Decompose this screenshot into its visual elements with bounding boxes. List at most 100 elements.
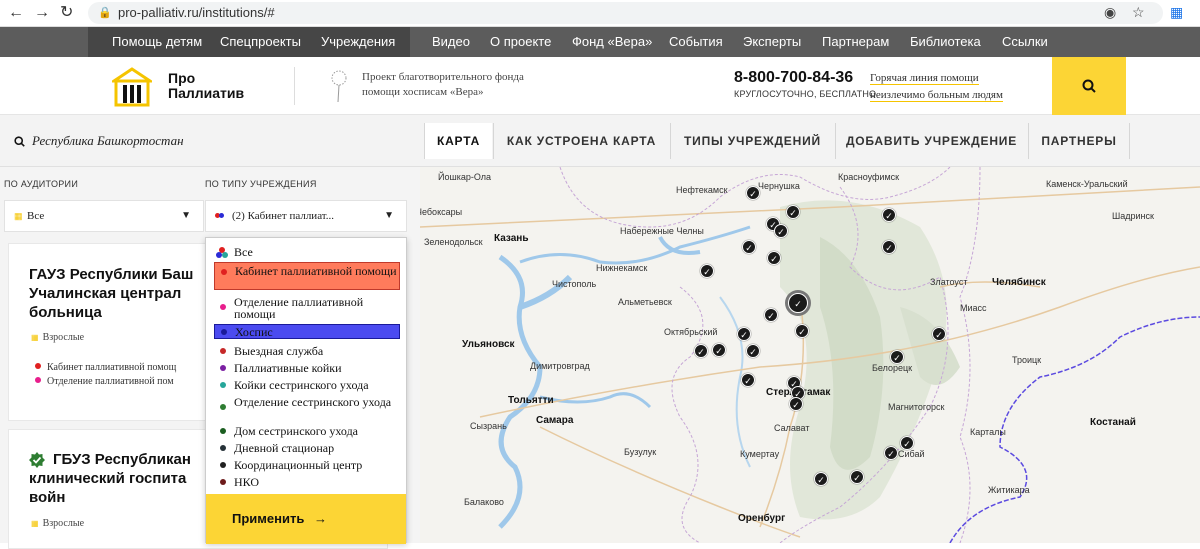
dropdown-option-label: Координационный центр: [234, 458, 363, 472]
map-marker[interactable]: ✓: [789, 397, 803, 411]
map-marker[interactable]: ✓: [694, 344, 708, 358]
menu-item-events[interactable]: События: [669, 27, 723, 57]
map-marker[interactable]: ✓: [882, 208, 896, 222]
audience-filter-label: ПО АУДИТОРИИ: [4, 179, 79, 189]
menu-item-help-children[interactable]: Помощь детям: [112, 27, 202, 57]
map-marker[interactable]: ✓: [767, 251, 781, 265]
dropdown-option-palliative-office[interactable]: Кабинет паллиативной помощи: [214, 262, 400, 290]
city-label: Кумертау: [740, 449, 780, 459]
tab-add-institution[interactable]: ДОБАВИТЬ УЧРЕЖДЕНИЕ: [835, 123, 1027, 159]
map-canvas[interactable]: Йошкар-Ола Чебоксары Зеленодольск Казань…: [420, 167, 1200, 543]
map-marker[interactable]: ✓: [814, 472, 828, 486]
dropdown-option-nursing-beds[interactable]: Койки сестринского ухода: [214, 379, 400, 391]
city-label: Димитровград: [530, 361, 590, 371]
blocked-popup-icon[interactable]: ◉: [1104, 4, 1116, 21]
menu-item-video[interactable]: Видео: [432, 27, 470, 57]
menu-item-library[interactable]: Библиотека: [910, 27, 981, 57]
city-label: Салават: [774, 423, 810, 433]
city-label: Нефтекамск: [676, 185, 728, 195]
dropdown-option-label: НКО: [234, 475, 260, 489]
city-label: Ульяновск: [462, 339, 515, 350]
map-marker[interactable]: ✓: [774, 224, 788, 238]
map-marker[interactable]: ✓: [795, 324, 809, 338]
tab-partners[interactable]: ПАРТНЕРЫ: [1028, 123, 1130, 159]
map-marker[interactable]: ✓: [742, 240, 756, 254]
dropdown-option-label: Отделение сестринского ухода: [234, 395, 392, 409]
forward-arrow-icon[interactable]: →: [34, 3, 50, 23]
reload-icon[interactable]: ↻: [60, 3, 73, 23]
city-label: Челябинск: [992, 277, 1046, 288]
dropdown-option-day-hospital[interactable]: Дневной стационар: [214, 442, 400, 454]
address-bar[interactable]: pro-palliativ.ru/institutions/#: [88, 2, 1163, 24]
dropdown-option-nursing-home[interactable]: Дом сестринского ухода: [214, 425, 400, 437]
lock-icon[interactable]: 🔒: [98, 6, 112, 19]
logo-text[interactable]: Про Паллиатив: [168, 71, 244, 101]
dropdown-option-coordination-center[interactable]: Координационный центр: [214, 459, 400, 471]
menu-item-special-projects[interactable]: Спецпроекты: [220, 27, 301, 57]
region-search-input[interactable]: Республика Башкортостан: [32, 133, 184, 149]
dropdown-option-label: Паллиативные койки: [234, 361, 342, 375]
audience-select[interactable]: ▦ Все ▼: [4, 200, 204, 232]
map-marker[interactable]: ✓: [737, 327, 751, 341]
card-type-label: Отделение паллиативной пом: [47, 376, 174, 387]
menu-item-about[interactable]: О проекте: [490, 27, 551, 57]
city-label: Магнитогорск: [888, 402, 945, 412]
tab-map[interactable]: КАРТА: [424, 123, 492, 159]
tab-institution-types[interactable]: ТИПЫ УЧРЕЖДЕНИЙ: [670, 123, 834, 159]
map-marker[interactable]: ✓: [786, 205, 800, 219]
card-title-line: ГБУЗ Республикан: [53, 451, 191, 468]
dropdown-option-all[interactable]: Все: [214, 246, 400, 258]
city-label: Зеленодольск: [424, 237, 483, 247]
all-types-dots-icon: [216, 247, 228, 258]
hotline-link[interactable]: Горячая линия помощи неизлечимо больным …: [870, 70, 1003, 104]
menu-item-partners[interactable]: Партнерам: [822, 27, 889, 57]
city-label: Красноуфимск: [838, 172, 900, 182]
option-dot: [220, 445, 226, 451]
dropdown-option-label: Хоспис: [235, 325, 273, 339]
map-marker[interactable]: ✓: [882, 240, 896, 254]
dropdown-option-mobile-service[interactable]: Выездная служба: [214, 345, 400, 357]
hotline-line1: Горячая линия помощи: [870, 72, 979, 85]
map-marker[interactable]: ✓: [900, 436, 914, 450]
map-marker[interactable]: ✓: [890, 350, 904, 364]
dropdown-option-nursing-department[interactable]: Отделение сестринского ухода: [214, 395, 400, 410]
menu-item-institutions[interactable]: Учреждения: [321, 27, 395, 57]
map-marker[interactable]: ✓: [700, 264, 714, 278]
dropdown-option-palliative-department[interactable]: Отделение паллиативной помощи: [214, 296, 400, 320]
card-type-item: Кабинет паллиативной помощ: [35, 362, 176, 373]
arrow-right-icon: →: [313, 511, 327, 526]
verified-badge-icon: [29, 452, 45, 468]
apply-filter-button[interactable]: Применить →: [206, 494, 406, 544]
logo-house-icon[interactable]: [112, 67, 152, 107]
map-marker[interactable]: ✓: [741, 373, 755, 387]
map-marker[interactable]: ✓: [932, 327, 946, 341]
city-label: Оренбург: [738, 513, 786, 524]
back-arrow-icon[interactable]: ←: [8, 3, 24, 23]
header-divider: [294, 67, 295, 105]
map-marker[interactable]: ✓: [712, 343, 726, 357]
hotline-phone-subtitle: КРУГЛОСУТОЧНО, БЕСПЛАТНО: [734, 89, 877, 99]
dropdown-option-hospice[interactable]: Хоспис: [214, 324, 400, 339]
hotline-phone[interactable]: 8-800-700-84-36: [734, 69, 853, 87]
map-marker[interactable]: ✓: [884, 446, 898, 460]
extension-icon[interactable]: ▦: [1170, 4, 1183, 21]
dropdown-option-nko[interactable]: НКО: [214, 476, 400, 488]
map-marker[interactable]: ✓: [850, 470, 864, 484]
menu-item-fund-vera[interactable]: Фонд «Вера»: [572, 27, 652, 57]
tag-icon: ▦: [31, 519, 39, 528]
dropdown-option-palliative-beds[interactable]: Паллиативные койки: [214, 362, 400, 374]
city-label: Балаково: [464, 497, 504, 507]
search-button[interactable]: [1052, 57, 1126, 115]
audience-tag-label: Взрослые: [42, 332, 85, 343]
type-select[interactable]: (2) Кабинет паллиат... ▼: [205, 200, 407, 232]
map-marker[interactable]: ✓: [764, 308, 778, 322]
map-marker[interactable]: ✓: [746, 186, 760, 200]
map-marker-cluster[interactable]: ✓: [788, 293, 808, 313]
menu-item-links[interactable]: Ссылки: [1002, 27, 1048, 57]
map-marker[interactable]: ✓: [746, 344, 760, 358]
bookmark-star-icon[interactable]: ☆: [1132, 4, 1145, 21]
tab-how-map-works[interactable]: КАК УСТРОЕНА КАРТА: [493, 123, 669, 159]
menu-item-experts[interactable]: Эксперты: [743, 27, 801, 57]
audience-tag: ▦ Взрослые: [31, 518, 84, 529]
fund-description[interactable]: Проект благотворительного фонда помощи х…: [362, 70, 524, 100]
